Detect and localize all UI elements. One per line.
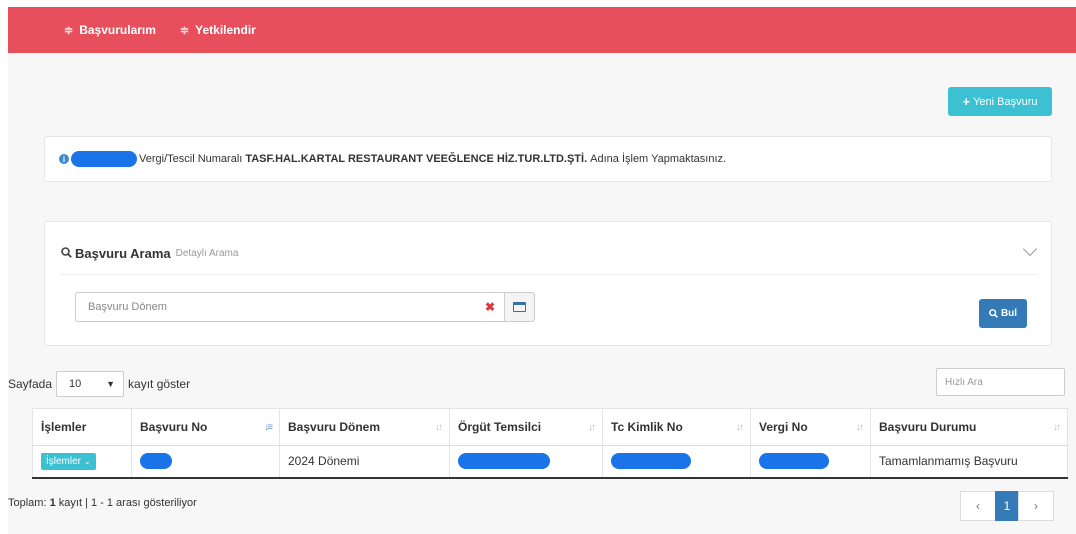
search-title: Başvuru Arama bbox=[75, 246, 171, 261]
sort-desc-icon: ↓≡ bbox=[264, 422, 273, 433]
calendar-button[interactable] bbox=[505, 292, 535, 322]
column-header-tax-no[interactable]: Vergi No ↓↑ bbox=[750, 408, 871, 446]
divider bbox=[61, 274, 1037, 275]
table-row: İşlemler ⌄ 2024 Dönemi Tamamlanmamış Baş… bbox=[32, 445, 1068, 479]
list-icon: ≑ bbox=[64, 24, 74, 37]
column-header-actions: İşlemler bbox=[32, 408, 132, 446]
sort-icon: ↓↑ bbox=[1053, 422, 1061, 433]
redacted-value bbox=[458, 453, 550, 470]
cell-organization-rep bbox=[449, 445, 603, 479]
chevron-down-icon: ▼ bbox=[106, 379, 116, 389]
cell-period: 2024 Dönemi bbox=[279, 445, 450, 479]
redacted-value bbox=[611, 453, 691, 470]
column-header-application-no[interactable]: Başvuru No ↓≡ bbox=[131, 408, 280, 446]
pagination: ‹ 1 › bbox=[960, 491, 1054, 521]
info-panel: i Vergi/Tescil Numaralı TASF.HAL.KARTAL … bbox=[44, 136, 1052, 182]
page-button-current[interactable]: 1 bbox=[995, 491, 1019, 521]
top-navbar: ≑ Başvurularım ≑ Yetkilendir bbox=[8, 7, 1076, 53]
page-length-value: 10 bbox=[69, 378, 82, 390]
info-pre-text: Vergi/Tescil Numaralı bbox=[139, 153, 243, 165]
cell-tax-no bbox=[750, 445, 871, 479]
cell-application-no bbox=[131, 445, 280, 479]
app-frame: ≑ Başvurularım ≑ Yetkilendir + Yeni Başv… bbox=[8, 7, 1076, 534]
quick-search-input[interactable] bbox=[936, 368, 1065, 396]
nav-item-authorize[interactable]: ≑ Yetkilendir bbox=[180, 23, 256, 37]
length-prefix: Sayfada bbox=[8, 377, 53, 391]
period-input[interactable] bbox=[75, 292, 505, 322]
search-icon bbox=[989, 309, 998, 318]
applications-table: İşlemler Başvuru No ↓≡ Başvuru Dönem ↓↑ Ör… bbox=[32, 408, 1068, 479]
search-header: Başvuru Arama Detaylı Arama bbox=[61, 246, 238, 261]
column-header-tc-id[interactable]: Tc Kimlik No ↓↑ bbox=[602, 408, 751, 446]
redacted-value bbox=[140, 453, 172, 470]
page-length-select[interactable]: 10 ▼ bbox=[56, 371, 125, 397]
chevron-down-icon[interactable] bbox=[1022, 241, 1038, 257]
table-summary: Toplam: 1 kayıt | 1 - 1 arası gösteriliy… bbox=[8, 497, 197, 509]
company-name: TASF.HAL.KARTAL RESTAURANT VEEĞLENCE HİZ… bbox=[245, 153, 588, 165]
sort-icon: ↓↑ bbox=[435, 422, 443, 433]
nav-item-label: Başvurularım bbox=[79, 23, 156, 37]
redacted-value bbox=[759, 453, 829, 470]
info-icon: i bbox=[59, 154, 69, 164]
prev-page-button[interactable]: ‹ bbox=[960, 491, 996, 521]
sort-icon: ↓↑ bbox=[856, 422, 864, 433]
chevron-down-icon: ⌄ bbox=[84, 456, 91, 466]
calendar-icon bbox=[513, 302, 526, 312]
cell-status: Tamamlanmamış Başvuru bbox=[870, 445, 1068, 479]
page-length-control: Sayfada 10 ▼ kayıt göster bbox=[8, 371, 190, 397]
cell-actions: İşlemler ⌄ bbox=[32, 445, 132, 479]
plus-icon: + bbox=[962, 94, 971, 109]
find-button[interactable]: Bul bbox=[979, 299, 1027, 328]
info-post-text: Adına İşlem Yapmaktasınız. bbox=[590, 153, 727, 165]
actions-dropdown-button[interactable]: İşlemler ⌄ bbox=[41, 452, 96, 470]
length-suffix: kayıt göster bbox=[128, 377, 191, 391]
new-application-label: Yeni Başvuru bbox=[973, 95, 1038, 108]
find-label: Bul bbox=[1000, 308, 1018, 319]
redacted-tax-number bbox=[71, 151, 137, 167]
search-icon bbox=[61, 246, 72, 261]
column-header-organization-rep[interactable]: Örgüt Temsilci ↓↑ bbox=[449, 408, 603, 446]
table-header-row: İşlemler Başvuru No ↓≡ Başvuru Dönem ↓↑ Ör… bbox=[32, 408, 1068, 446]
cell-tc-id bbox=[602, 445, 751, 479]
search-subtitle: Detaylı Arama bbox=[175, 248, 239, 259]
nav-item-applications[interactable]: ≑ Başvurularım bbox=[64, 23, 156, 37]
next-page-button[interactable]: › bbox=[1018, 491, 1054, 521]
sort-icon: ↓↑ bbox=[588, 422, 596, 433]
clear-icon[interactable]: ✖ bbox=[485, 300, 495, 314]
search-panel: Başvuru Arama Detaylı Arama ✖ Bul bbox=[44, 221, 1052, 346]
new-application-button[interactable]: + Yeni Başvuru bbox=[948, 87, 1052, 116]
column-header-status[interactable]: Başvuru Durumu ↓↑ bbox=[870, 408, 1068, 446]
column-header-application-period[interactable]: Başvuru Dönem ↓↑ bbox=[279, 408, 450, 446]
list-icon: ≑ bbox=[179, 24, 190, 37]
nav-item-label: Yetkilendir bbox=[195, 23, 256, 37]
sort-icon: ↓↑ bbox=[736, 422, 744, 433]
